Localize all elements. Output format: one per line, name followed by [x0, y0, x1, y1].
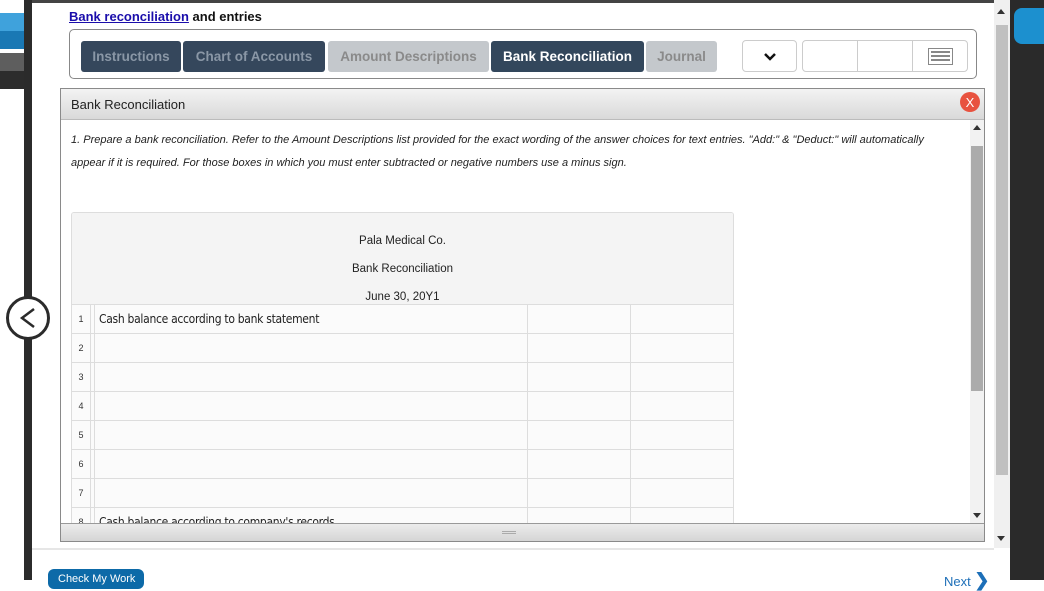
- row-label-input[interactable]: [94, 392, 528, 420]
- row-amount-input-2[interactable]: [631, 305, 733, 333]
- table-row: 6: [72, 450, 733, 479]
- row-label-input[interactable]: [94, 450, 528, 478]
- left-divider: [24, 0, 32, 580]
- previous-button[interactable]: [6, 296, 50, 340]
- instructions-text: 1. Prepare a bank reconciliation. Refer …: [71, 134, 924, 169]
- row-amount-input-1[interactable]: [528, 421, 631, 449]
- page-scroll-up-icon[interactable]: [997, 9, 1005, 14]
- panel-header: Bank Reconciliation X: [61, 89, 984, 120]
- row-number: 4: [72, 392, 91, 420]
- toolbar-button-group: [802, 40, 968, 72]
- page-scrollbar[interactable]: [994, 0, 1010, 548]
- chevron-left-icon: [19, 308, 35, 328]
- row-label-input[interactable]: [94, 479, 528, 507]
- next-label: Next: [944, 574, 971, 589]
- row-number: 3: [72, 363, 91, 391]
- row-label-input[interactable]: [94, 363, 528, 391]
- row-label-input[interactable]: [94, 334, 528, 362]
- scroll-up-arrow-icon[interactable]: [973, 125, 981, 130]
- tab-instructions[interactable]: Instructions: [81, 41, 181, 72]
- row-amount-input-1[interactable]: [528, 450, 631, 478]
- tab-chart-of-accounts[interactable]: Chart of Accounts: [183, 41, 325, 72]
- panel-scrollbar[interactable]: [970, 120, 984, 525]
- page-scrollbar-thumb[interactable]: [996, 25, 1008, 475]
- row-amount-input-2[interactable]: [631, 450, 733, 478]
- row-amount-input-1[interactable]: [528, 305, 631, 333]
- tab-amount-descriptions[interactable]: Amount Descriptions: [328, 41, 489, 72]
- row-number: 2: [72, 334, 91, 362]
- page-title: Bank reconciliation and entries: [69, 9, 262, 24]
- sidebar-gray-tab[interactable]: [0, 53, 24, 89]
- title-text: and entries: [188, 9, 262, 24]
- left-sidebar: [0, 0, 24, 580]
- chevron-down-icon: [763, 52, 776, 61]
- chevron-right-icon: ❯: [974, 570, 990, 590]
- scroll-down-arrow-icon[interactable]: [973, 513, 981, 518]
- next-link[interactable]: Next ❯: [944, 570, 989, 591]
- bank-reconciliation-panel: Bank Reconciliation X 1. Prepare a bank …: [60, 88, 985, 542]
- check-my-work-button[interactable]: Check My Work: [48, 569, 144, 589]
- menu-button[interactable]: [913, 41, 968, 71]
- table-row: 2: [72, 334, 733, 363]
- report-name: Bank Reconciliation: [351, 263, 453, 275]
- reconciliation-table: Pala Medical Co. Bank Reconciliation Jun…: [71, 212, 734, 525]
- panel-resize-bar[interactable]: [61, 523, 984, 541]
- panel-title: Bank Reconciliation: [71, 97, 186, 112]
- list-icon: [928, 47, 953, 65]
- row-amount-input-2[interactable]: [631, 334, 733, 362]
- table-row: 1 Cash balance according to bank statemen…: [72, 305, 733, 334]
- table-row: 5: [72, 421, 733, 450]
- row-amount-input-1[interactable]: [528, 334, 631, 362]
- close-button[interactable]: X: [960, 92, 980, 112]
- row-amount-input-2[interactable]: [631, 479, 733, 507]
- toolbar-blank-button-1[interactable]: [803, 41, 857, 71]
- row-number: 1: [72, 305, 91, 333]
- table-body: 1 Cash balance according to bank statemen…: [72, 305, 733, 525]
- scrollbar-thumb[interactable]: [971, 146, 983, 391]
- side-widget-icon[interactable]: [1014, 8, 1044, 44]
- check-my-work-label: Check My Work: [58, 573, 136, 585]
- row-amount-input-2[interactable]: [631, 421, 733, 449]
- sidebar-blue-tab[interactable]: [0, 13, 24, 49]
- row-amount-input-2[interactable]: [631, 363, 733, 391]
- row-amount-input-1[interactable]: [528, 479, 631, 507]
- table-row: 4: [72, 392, 733, 421]
- row-number: 7: [72, 479, 91, 507]
- row-number: 5: [72, 421, 91, 449]
- row-label-input[interactable]: [94, 421, 528, 449]
- tab-bank-reconciliation[interactable]: Bank Reconciliation: [491, 41, 644, 72]
- top-border: [32, 0, 994, 3]
- row-amount-input-1[interactable]: [528, 392, 631, 420]
- table-header: Pala Medical Co. Bank Reconciliation Jun…: [72, 213, 733, 305]
- row-amount-input-2[interactable]: [631, 392, 733, 420]
- resize-grip-icon[interactable]: [502, 531, 516, 534]
- row-label-input[interactable]: Cash balance according to bank statement: [94, 305, 528, 333]
- tab-toolbar: Instructions Chart of Accounts Amount De…: [69, 29, 977, 79]
- row-amount-input-1[interactable]: [528, 363, 631, 391]
- tab-journal[interactable]: Journal: [646, 41, 717, 72]
- dropdown-button[interactable]: [742, 40, 797, 72]
- right-edge: [1010, 0, 1044, 580]
- table-row: 3: [72, 363, 733, 392]
- table-row: 7: [72, 479, 733, 508]
- company-name: Pala Medical Co.: [359, 235, 446, 247]
- row-number: 6: [72, 450, 91, 478]
- bottom-bar: [32, 548, 994, 580]
- page-scroll-down-icon[interactable]: [997, 536, 1005, 541]
- title-link[interactable]: Bank reconciliation: [69, 9, 189, 24]
- toolbar-blank-button-2[interactable]: [858, 41, 912, 71]
